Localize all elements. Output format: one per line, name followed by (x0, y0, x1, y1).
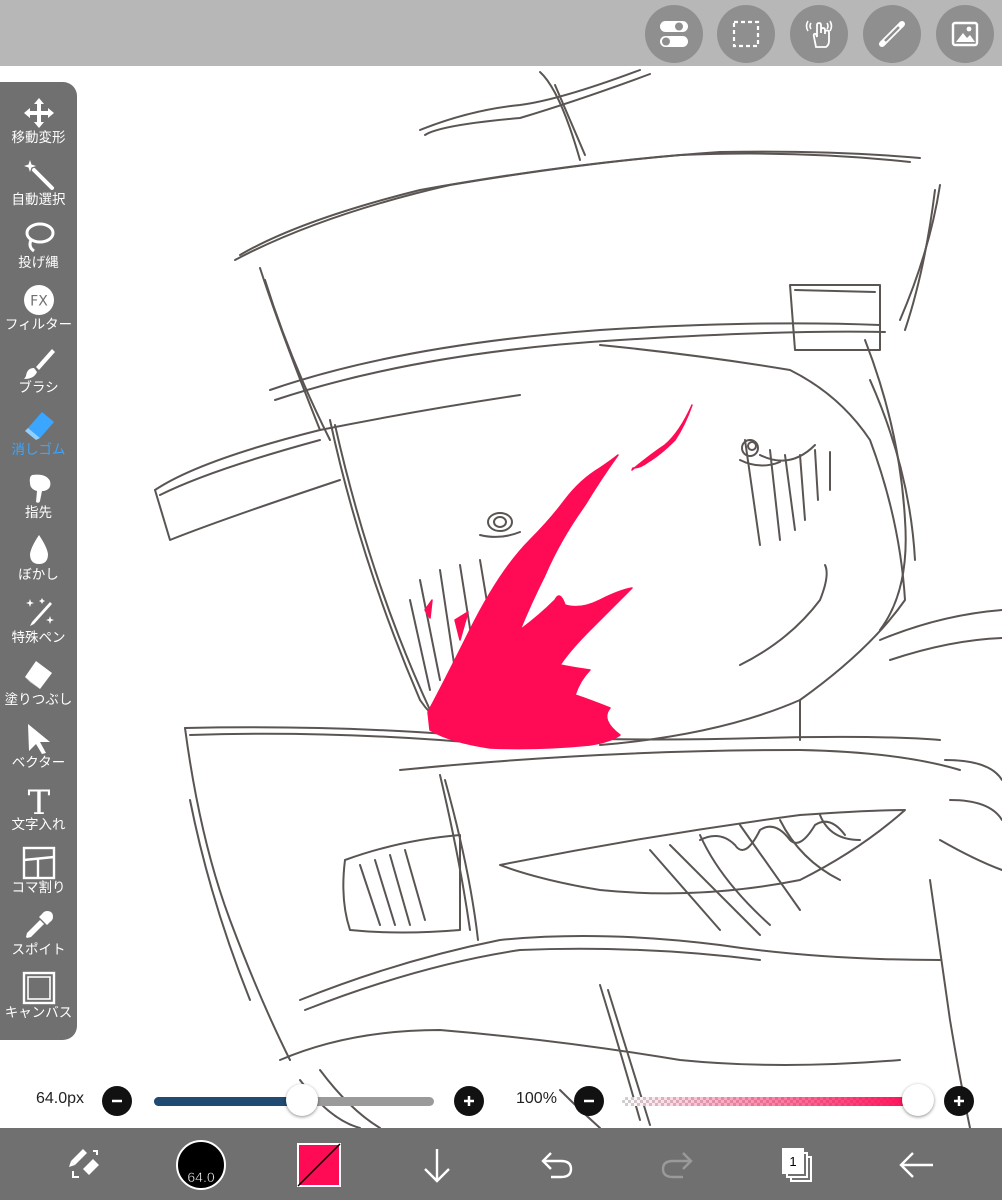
tool-label: コマ割り (11, 880, 66, 896)
gesture-button[interactable] (790, 5, 848, 63)
brush-size-value: 64.0px (36, 1090, 85, 1107)
brush-size-slider-handle[interactable] (286, 1084, 319, 1116)
text-icon: T (27, 783, 50, 817)
gesture-icon (805, 20, 833, 48)
plus-icon (954, 1096, 964, 1106)
ruler-button[interactable] (863, 5, 921, 63)
ruler-icon (879, 21, 905, 47)
minus-icon (584, 1099, 594, 1103)
canvas-icon (22, 971, 55, 1005)
tool-magic-wand[interactable]: 自動選択 (0, 156, 77, 218)
tool-vector[interactable]: ベクター (0, 719, 77, 781)
eraser-icon (24, 412, 54, 440)
brush-dot-icon: 64.0 (176, 1140, 226, 1190)
swap-tools-button[interactable] (56, 1138, 110, 1192)
tool-label: 移動変形 (11, 130, 66, 146)
tool-label: 特殊ペン (11, 630, 66, 646)
tool-eraser[interactable]: 消しゴム (0, 406, 77, 468)
tool-text[interactable]: T 文字入れ (0, 781, 77, 843)
frame-divide-icon (22, 846, 55, 880)
tool-special-pen[interactable]: 特殊ペン (0, 594, 77, 656)
tool-label: ぼかし (18, 567, 59, 583)
tool-label: 消しゴム (11, 442, 66, 458)
bottom-bar: 64.0 1 (0, 1128, 1002, 1200)
brush-size-badge: 64.0 (187, 1169, 215, 1185)
blur-icon (29, 535, 48, 564)
tool-fill[interactable]: 塗りつぶし (0, 656, 77, 718)
brush-icon (23, 349, 55, 379)
tool-canvas[interactable]: キャンバス (0, 969, 77, 1031)
fx-icon: FX (23, 285, 54, 315)
tool-blur[interactable]: ぼかし (0, 531, 77, 593)
tool-eyedropper[interactable]: スポイト (0, 906, 77, 968)
layer-count: 1 (789, 1154, 796, 1169)
selection-button[interactable] (717, 5, 775, 63)
lasso-icon (25, 222, 54, 253)
opacity-track[interactable] (622, 1097, 918, 1106)
tool-label: スポイト (11, 942, 66, 958)
download-button[interactable] (410, 1138, 464, 1192)
layers-icon: 1 (782, 1148, 812, 1182)
tool-palette: 移動変形 自動選択 投げ縄 FX フィルター ブラシ 消しゴム 指先 ぼかし 特… (0, 82, 77, 1040)
undo-button[interactable] (530, 1138, 584, 1192)
opacity-value: 100% (516, 1090, 557, 1107)
back-button[interactable] (890, 1138, 944, 1192)
tool-lasso[interactable]: 投げ縄 (0, 219, 77, 281)
top-bar (0, 0, 1002, 66)
tool-label: ブラシ (18, 380, 59, 396)
tool-move-transform[interactable]: 移動変形 (0, 94, 77, 156)
brush-size-increase-button[interactable] (454, 1086, 484, 1116)
vector-icon (27, 724, 50, 754)
tool-label: 投げ縄 (18, 255, 59, 271)
tool-label: フィルター (4, 317, 73, 333)
selection-icon (732, 20, 760, 48)
tool-label: キャンバス (4, 1005, 73, 1021)
redo-button[interactable] (650, 1138, 704, 1192)
redo-icon (661, 1152, 693, 1179)
tool-label: ベクター (11, 755, 66, 771)
opacity-increase-button[interactable] (944, 1086, 974, 1116)
toggle-button[interactable] (645, 5, 703, 63)
color-swatch-button[interactable] (292, 1138, 346, 1192)
tool-label: 指先 (25, 505, 52, 521)
tool-label: 文字入れ (11, 817, 66, 833)
arrow-left-icon (899, 1152, 933, 1178)
toggle-icon (660, 21, 688, 47)
eyedropper-icon (25, 911, 53, 938)
opacity-decrease-button[interactable] (574, 1086, 604, 1116)
tool-label: 塗りつぶし (4, 692, 73, 708)
tool-frame-divide[interactable]: コマ割り (0, 844, 77, 906)
brush-size-decrease-button[interactable] (102, 1086, 132, 1116)
image-icon (951, 21, 979, 47)
minus-icon (112, 1099, 122, 1103)
brush-preview-button[interactable]: 64.0 (174, 1138, 228, 1192)
brush-size-fill (154, 1097, 303, 1106)
move-icon (23, 98, 54, 128)
tool-brush[interactable]: ブラシ (0, 344, 77, 406)
drawing-canvas[interactable] (0, 66, 1002, 1128)
swap-icon (69, 1149, 99, 1178)
finger-icon (29, 474, 50, 503)
fill-icon (24, 661, 52, 689)
tool-filter[interactable]: FX フィルター (0, 281, 77, 343)
color-swatch-icon (297, 1143, 341, 1187)
layers-button[interactable]: 1 (770, 1138, 824, 1192)
svg-text:FX: FX (30, 294, 48, 310)
plus-icon (464, 1096, 474, 1106)
tool-finger[interactable]: 指先 (0, 469, 77, 531)
reference-image-button[interactable] (936, 5, 994, 63)
tool-label: 自動選択 (11, 192, 66, 208)
special-pen-icon (25, 598, 54, 626)
undo-icon (541, 1152, 573, 1179)
opacity-slider-handle[interactable] (902, 1084, 934, 1116)
magic-wand-icon (23, 160, 54, 190)
arrow-down-icon (424, 1149, 450, 1183)
brush-settings-bar: 64.0px 100% (0, 1078, 1002, 1122)
svg-text:T: T (27, 783, 50, 817)
